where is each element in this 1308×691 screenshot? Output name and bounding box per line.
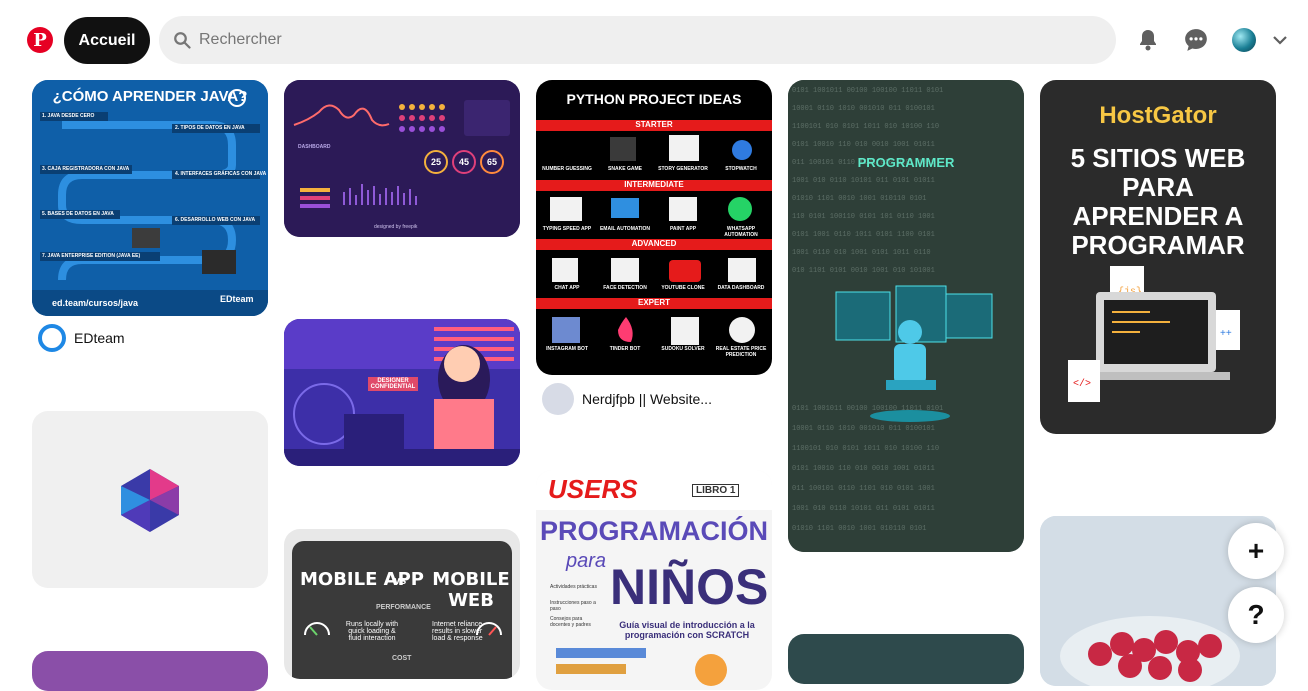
search-input[interactable] xyxy=(199,31,1079,49)
pin-mobile[interactable]: MOBILE APP vs MOBILE WEB PERFORMANCE Run… xyxy=(284,529,520,679)
mobile-section: PERFORMANCE xyxy=(376,604,431,611)
hexagon-logo-image xyxy=(121,469,179,532)
svg-text:1001 010 0110 10101 011 0101 0: 1001 010 0110 10101 011 0101 01011 xyxy=(792,505,935,513)
creator-edteam[interactable]: EDteam xyxy=(38,324,125,352)
java-step-5: 5. BASES DE DATOS EN JAVA xyxy=(42,211,114,217)
java-footer: ed.team/cursos/java xyxy=(52,298,139,308)
java-brand: EDteam xyxy=(220,294,254,304)
mobile-vs: vs xyxy=(394,575,407,587)
users-brand: USERS xyxy=(548,474,638,504)
java-step-2: 2. TIPOS DE DATOS EN JAVA xyxy=(175,125,245,131)
designer-sign: DESIGNER CONFIDENTIAL xyxy=(368,377,418,391)
programmer-title: PROGRAMMER xyxy=(857,155,955,170)
svg-text:</>: </> xyxy=(1073,378,1091,390)
search-bar[interactable] xyxy=(159,16,1116,64)
users-book: LIBRO 1 xyxy=(692,484,740,497)
creator-avatar xyxy=(38,324,66,352)
svg-text:01010 1101 0010 1001 010110 01: 01010 1101 0010 1001 010110 0101 xyxy=(792,195,926,203)
svg-text:1100101 010 0101 1011 010 1010: 1100101 010 0101 1011 010 10100 110 xyxy=(792,445,939,453)
pin-users-book[interactable]: USERS LIBRO 1 PROGRAMACIÓN para NIÑOS Ac… xyxy=(536,470,772,690)
creator-name: Nerdjfpb || Website... xyxy=(582,391,712,407)
users-bullet: Actividades prácticas xyxy=(550,584,597,590)
laptop-illustration: {js} ++ </> xyxy=(1068,266,1240,402)
pin-java[interactable]: ¿CÓMO APRENDER JAVA? 1. JAVA DESDE CERO … xyxy=(32,80,268,316)
pin-designer[interactable]: DESIGNER CONFIDENTIAL xyxy=(284,319,520,466)
top-nav-bar: P Accueil xyxy=(0,0,1308,80)
users-bullet: Instrucciones paso a paso xyxy=(550,600,596,612)
svg-text:01010 1101 0010 1001 010110 01: 01010 1101 0010 1001 010110 0101 xyxy=(792,525,926,533)
dashboard-stat-2: 45 xyxy=(458,157,469,167)
chat-icon[interactable] xyxy=(1181,25,1211,55)
pinterest-logo[interactable]: P xyxy=(27,27,53,53)
java-step-6: 6. DESARROLLO WEB CON JAVA xyxy=(175,217,256,223)
java-title: ¿CÓMO APRENDER JAVA? xyxy=(52,88,248,105)
programmer-illustration: 0101 1001011 00100 100100 11011 0101 100… xyxy=(788,80,1024,552)
java-step-3: 3. CAJA REGISTRADORA CON JAVA xyxy=(42,166,130,172)
pin-logo-hexagon[interactable] xyxy=(32,411,268,588)
pin-purple-partial[interactable] xyxy=(32,651,268,691)
add-button[interactable]: + xyxy=(1228,523,1284,579)
python-icons xyxy=(550,135,756,345)
creator-avatar xyxy=(542,383,574,415)
search-icon xyxy=(174,32,191,49)
hostgator-brand: HostGator xyxy=(1099,102,1217,129)
users-title-1: PROGRAMACIÓN xyxy=(540,516,768,546)
creator-nerdjfpb[interactable]: Nerdjfpb || Website... xyxy=(542,383,712,415)
svg-text:++: ++ xyxy=(1220,328,1232,339)
pin-programmer[interactable]: 0101 1001011 00100 100100 11011 0101 100… xyxy=(788,80,1024,552)
hostgator-title: 5 SITIOS WEB PARA APRENDER A PROGRAMAR xyxy=(1070,143,1246,260)
svg-text:10001 0110 1010 001010 011 010: 10001 0110 1010 001010 011 0100101 xyxy=(792,105,935,113)
dashboard-stat-3: 65 xyxy=(486,157,497,167)
mobile-title-right: MOBILE WEB xyxy=(432,569,510,611)
svg-text:0101 1001011 00100 100100 1101: 0101 1001011 00100 100100 11011 0101 xyxy=(792,87,943,95)
svg-text:011 100101 0110 1101 010 0101: 011 100101 0110 1101 010 0101 1001 xyxy=(792,485,935,493)
gauge-fast-icon xyxy=(304,622,330,636)
java-step-4: 4. INTERFACES GRÁFICAS CON JAVA xyxy=(175,171,267,177)
pin-python[interactable]: PYTHON PROJECT IDEAS STARTER NUMBER GUES… xyxy=(536,80,772,375)
svg-text:1100101 010 0101 1011 010 1010: 1100101 010 0101 1011 010 10100 110 xyxy=(792,123,939,131)
users-title-2: para xyxy=(566,550,607,572)
dashboard-stat-1: 25 xyxy=(430,157,441,167)
users-subtitle: Guía visual de introducción a la program… xyxy=(619,620,755,640)
svg-text:010 1101 0101 0010 1001 010 10: 010 1101 0101 0010 1001 010 101001 xyxy=(792,267,935,275)
svg-text:10001 0110 1010 001010 011 010: 10001 0110 1010 001010 011 0100101 xyxy=(792,425,935,433)
svg-text:0101 1001 0110 1011 0101 1100: 0101 1001 0110 1011 0101 1100 0101 xyxy=(792,231,935,239)
svg-text:110 0101 100110 0101 101 0110: 110 0101 100110 0101 101 0110 1001 xyxy=(792,213,935,221)
svg-text:0101 10010 110 010 0010 1001 0: 0101 10010 110 010 0010 1001 01011 xyxy=(792,141,935,149)
chevron-down-icon[interactable] xyxy=(1270,30,1290,50)
gauge-slow-icon xyxy=(476,622,502,636)
scratch-cat-illustration xyxy=(556,648,727,686)
java-step-7: 7. JAVA ENTERPRISE EDITION (JAVA EE) xyxy=(42,253,141,259)
designer-illustration xyxy=(284,319,520,466)
avatar[interactable] xyxy=(1232,28,1256,52)
users-bullet: Consejos para docentes y padres xyxy=(550,616,591,628)
users-title-3: NIÑOS xyxy=(610,559,769,615)
mobile-section-2: COST xyxy=(392,655,412,662)
home-button[interactable]: Accueil xyxy=(64,17,150,64)
creator-name: EDteam xyxy=(74,330,125,346)
pin-dashboard[interactable]: DASHBOARD 25 45 65 designed by freepik xyxy=(284,80,520,237)
java-step-1: 1. JAVA DESDE CERO xyxy=(42,113,95,119)
mobile-left-text: Runs locally with quick loading & fluid … xyxy=(345,621,399,642)
help-button[interactable]: ? xyxy=(1228,587,1284,643)
dashboard-credit: designed by freepik xyxy=(374,224,418,230)
svg-text:1001 010 0110 10101 011 0101 0: 1001 010 0110 10101 011 0101 01011 xyxy=(792,177,935,185)
dashboard-label: DASHBOARD xyxy=(298,144,331,150)
svg-text:0101 10010 110 010 0010 1001 0: 0101 10010 110 010 0010 1001 01011 xyxy=(792,465,935,473)
bell-icon[interactable] xyxy=(1133,25,1163,55)
pin-hostgator[interactable]: HostGator 5 SITIOS WEB PARA APRENDER A P… xyxy=(1040,80,1276,434)
pin-teal-partial[interactable] xyxy=(788,634,1024,684)
svg-text:1001 0110 010 1001 0101 1011 0: 1001 0110 010 1001 0101 1011 0110 xyxy=(792,249,931,257)
